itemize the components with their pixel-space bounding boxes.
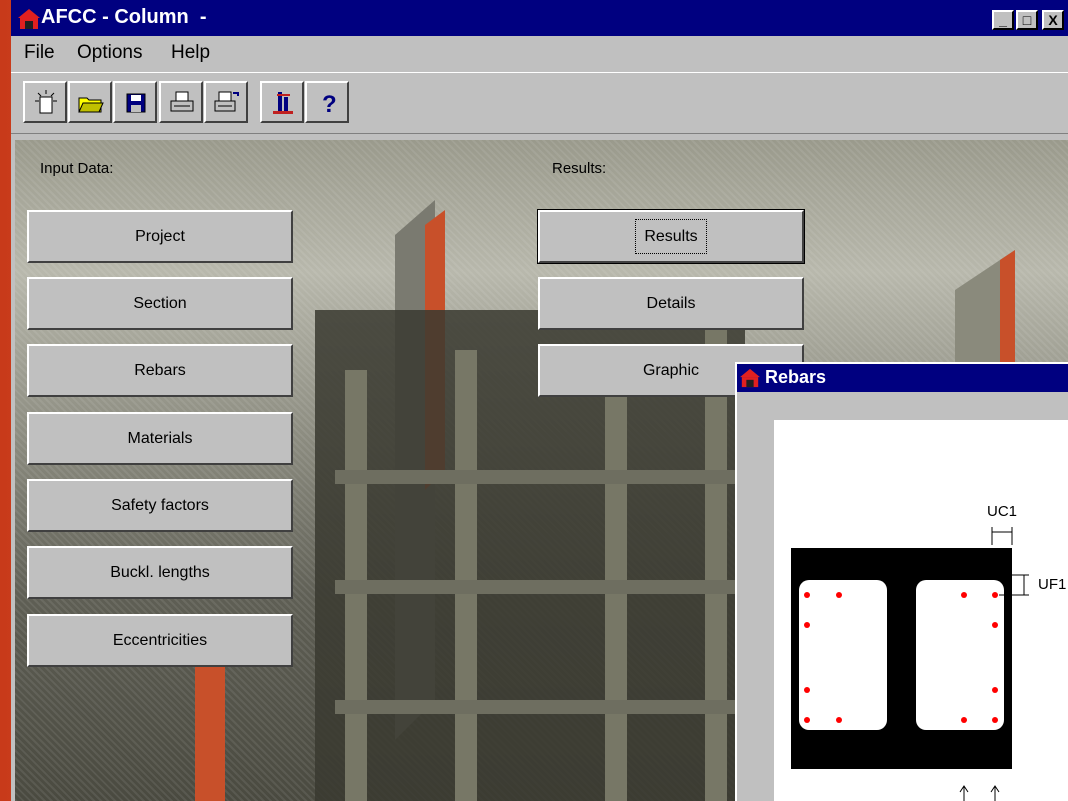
- main-panel: Input Data: Results: Project Section Reb…: [15, 140, 1068, 801]
- maximize-button[interactable]: □: [1016, 10, 1038, 30]
- rebars-window-title: Rebars: [765, 367, 827, 387]
- print-button[interactable]: [159, 81, 203, 123]
- rebars-title-bar[interactable]: Rebars: [737, 364, 1068, 392]
- section-drawing: [791, 527, 1029, 801]
- uf1-label: UF1: [1038, 576, 1067, 593]
- menu-help[interactable]: Help: [171, 42, 210, 64]
- save-button[interactable]: [113, 81, 157, 123]
- rebars-drawing: UC1 UF1: [774, 420, 1068, 801]
- safety-factors-button[interactable]: Safety factors: [27, 479, 293, 532]
- new-file-button[interactable]: [23, 81, 67, 123]
- print-icon: [170, 91, 194, 112]
- open-folder-icon: [78, 97, 104, 113]
- calculate-button[interactable]: [260, 81, 304, 123]
- app-logo-icon: [18, 9, 40, 29]
- title-bar[interactable]: AFCC - Column - _ □ X: [11, 0, 1068, 36]
- menu-options[interactable]: Options: [77, 42, 142, 64]
- minimize-button[interactable]: _: [992, 10, 1014, 30]
- help-icon: ?: [322, 91, 337, 117]
- results-button[interactable]: Results: [537, 209, 805, 264]
- menu-bar: File Options Help: [11, 36, 1068, 70]
- buckling-lengths-button[interactable]: Buckl. lengths: [27, 546, 293, 599]
- input-data-label: Input Data:: [40, 160, 114, 177]
- app-logo-icon: [740, 368, 760, 388]
- results-label: Results:: [552, 160, 607, 177]
- details-button[interactable]: Details: [538, 277, 804, 330]
- svg-text:?: ?: [322, 91, 337, 117]
- menu-file[interactable]: File: [24, 42, 55, 64]
- printer-setup-icon: [214, 91, 239, 112]
- help-button[interactable]: ?: [305, 81, 349, 123]
- calculate-icon: [273, 92, 293, 114]
- window-title: AFCC - Column -: [41, 6, 207, 28]
- eccentricities-button[interactable]: Eccentricities: [27, 614, 293, 667]
- printer-setup-button[interactable]: [204, 81, 248, 123]
- new-file-icon: [35, 90, 57, 114]
- project-button[interactable]: Project: [27, 210, 293, 263]
- open-button[interactable]: [68, 81, 112, 123]
- save-disk-icon: [126, 93, 146, 113]
- close-button[interactable]: X: [1042, 10, 1064, 30]
- materials-button[interactable]: Materials: [27, 412, 293, 465]
- rebars-window[interactable]: Rebars UC1 UF1: [735, 362, 1068, 801]
- toolbar: ?: [11, 72, 1068, 134]
- rebars-button[interactable]: Rebars: [27, 344, 293, 397]
- section-button[interactable]: Section: [27, 277, 293, 330]
- uc1-label: UC1: [987, 503, 1018, 520]
- main-window: AFCC - Column - _ □ X File Options Help: [11, 0, 1068, 801]
